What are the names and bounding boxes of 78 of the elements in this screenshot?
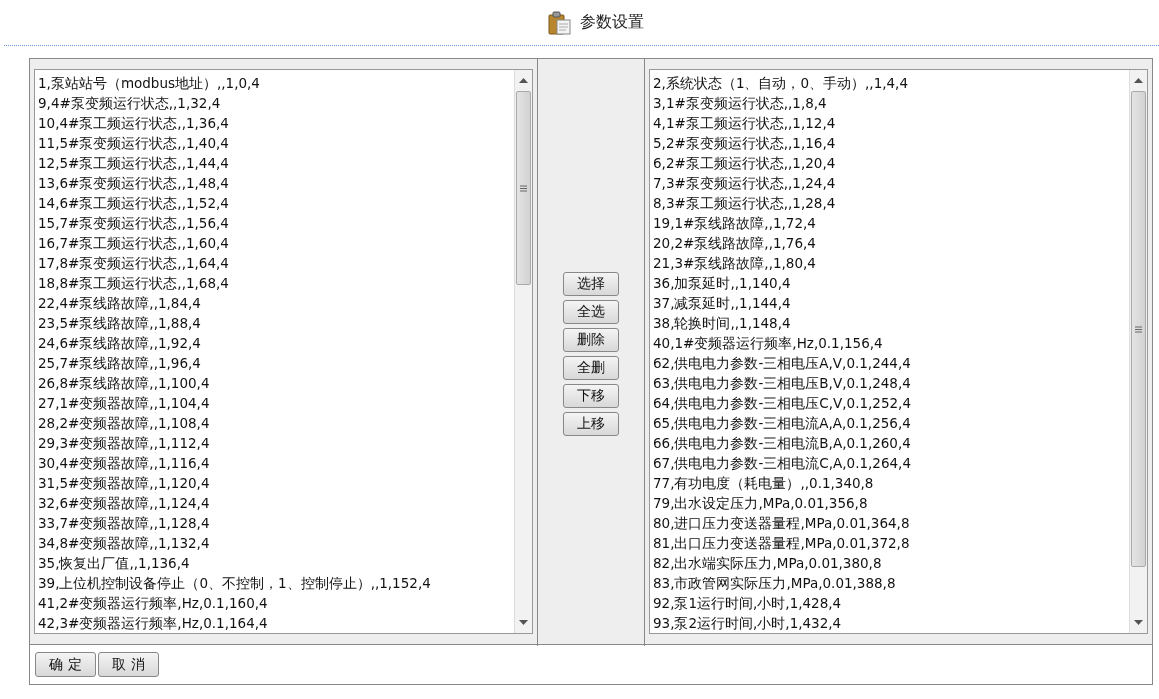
list-item[interactable]: 83,市政管网实际压力,MPa,0.01,388,8 — [653, 573, 1129, 593]
list-item[interactable]: 21,3#泵线路故障,,1,80,4 — [653, 253, 1129, 273]
scrollbar[interactable] — [1129, 70, 1147, 633]
list-item[interactable]: 5,2#泵变频运行状态,,1,16,4 — [653, 133, 1129, 153]
list-item[interactable]: 41,2#变频器运行频率,Hz,0.1,160,4 — [38, 593, 514, 613]
action-button[interactable]: 全选 — [563, 299, 619, 324]
dialog-button[interactable]: 确 定 — [35, 652, 96, 677]
list-item[interactable]: 66,供电电力参数-三相电流B,A,0.1,260,4 — [653, 433, 1129, 453]
list-item[interactable]: 7,3#泵变频运行状态,,1,24,4 — [653, 173, 1129, 193]
list-box[interactable] — [649, 69, 1148, 634]
list-item[interactable]: 13,6#泵变频运行状态,,1,48,4 — [38, 173, 514, 193]
list-item[interactable]: 11,5#泵变频运行状态,,1,40,4 — [38, 133, 514, 153]
list-item[interactable]: 63,供电电力参数-三相电压B,V,0.1,248,4 — [653, 373, 1129, 393]
scroll-up-icon[interactable] — [519, 78, 528, 83]
list-item[interactable]: 35,恢复出厂值,,1,136,4 — [38, 553, 514, 573]
list-item[interactable]: 2,系统状态（1、自动，0、手动）,,1,4,4 — [653, 73, 1129, 93]
list-item[interactable]: 4,1#泵工频运行状态,,1,12,4 — [653, 113, 1129, 133]
list-item[interactable]: 67,供电电力参数-三相电流C,A,0.1,264,4 — [653, 453, 1129, 473]
list-item[interactable]: 12,5#泵工频运行状态,,1,44,4 — [38, 153, 514, 173]
list-item[interactable]: 17,8#泵变频运行状态,,1,64,4 — [38, 253, 514, 273]
dialog-button[interactable]: 取 消 — [98, 652, 159, 677]
list-item[interactable]: 24,6#泵线路故障,,1,92,4 — [38, 333, 514, 353]
list-item[interactable]: 25,7#泵线路故障,,1,96,4 — [38, 353, 514, 373]
list-item[interactable]: 64,供电电力参数-三相电压C,V,0.1,252,4 — [653, 393, 1129, 413]
list-item[interactable]: 92,泵1运行时间,小时,1,428,4 — [653, 593, 1129, 613]
list-item[interactable]: 34,8#变频器故障,,1,132,4 — [38, 533, 514, 553]
list-item[interactable]: 38,轮换时间,,1,148,4 — [653, 313, 1129, 333]
page-title: 参数设置 — [579, 12, 644, 33]
action-button[interactable]: 删除 — [563, 327, 619, 352]
scroll-up-icon[interactable] — [1134, 78, 1143, 83]
list-item[interactable]: 37,减泵延时,,1,144,4 — [653, 293, 1129, 313]
list-item[interactable]: 1,泵站站号（modbus地址）,,1,0,4 — [38, 73, 514, 93]
list-item[interactable]: 93,泵2运行时间,小时,1,432,4 — [653, 613, 1129, 633]
list-item[interactable]: 80,进口压力变送器量程,MPa,0.01,364,8 — [653, 513, 1129, 533]
list-item[interactable]: 23,5#泵线路故障,,1,88,4 — [38, 313, 514, 333]
list-item[interactable]: 65,供电电力参数-三相电流A,A,0.1,256,4 — [653, 413, 1129, 433]
list-item[interactable]: 33,7#变频器故障,,1,128,4 — [38, 513, 514, 533]
list-item[interactable]: 6,2#泵工频运行状态,,1,20,4 — [653, 153, 1129, 173]
list-item[interactable]: 22,4#泵线路故障,,1,84,4 — [38, 293, 514, 313]
list-item[interactable]: 10,4#泵工频运行状态,,1,36,4 — [38, 113, 514, 133]
list-item[interactable]: 19,1#泵线路故障,,1,72,4 — [653, 213, 1129, 233]
action-button[interactable]: 选择 — [563, 271, 619, 296]
list-item[interactable]: 14,6#泵工频运行状态,,1,52,4 — [38, 193, 514, 213]
list-item[interactable]: 28,2#变频器故障,,1,108,4 — [38, 413, 514, 433]
list-item[interactable]: 62,供电电力参数-三相电压A,V,0.1,244,4 — [653, 353, 1129, 373]
list-item[interactable]: 82,出水端实际压力,MPa,0.01,380,8 — [653, 553, 1129, 573]
grip-icon — [1135, 325, 1142, 333]
scroll-thumb[interactable] — [516, 91, 531, 285]
list-item[interactable]: 39,上位机控制设备停止（0、不控制，1、控制停止）,,1,152,4 — [38, 573, 514, 593]
list-item[interactable]: 27,1#变频器故障,,1,104,4 — [38, 393, 514, 413]
list-item[interactable]: 8,3#泵工频运行状态,,1,28,4 — [653, 193, 1129, 213]
list-item[interactable]: 18,8#泵工频运行状态,,1,68,4 — [38, 273, 514, 293]
action-button[interactable]: 下移 — [563, 383, 619, 408]
action-button[interactable]: 上移 — [563, 411, 619, 436]
list-item[interactable]: 30,4#变频器故障,,1,116,4 — [38, 453, 514, 473]
list-item[interactable]: 15,7#泵变频运行状态,,1,56,4 — [38, 213, 514, 233]
clipboard-icon — [547, 10, 572, 35]
scrollbar[interactable] — [514, 70, 532, 633]
list-item[interactable]: 32,6#变频器故障,,1,124,4 — [38, 493, 514, 513]
list-item[interactable]: 3,1#泵变频运行状态,,1,8,4 — [653, 93, 1129, 113]
list-item[interactable]: 36,加泵延时,,1,140,4 — [653, 273, 1129, 293]
list-item[interactable]: 77,有功电度（耗电量）,,0.1,340,8 — [653, 473, 1129, 493]
list-item[interactable]: 42,3#变频器运行频率,Hz,0.1,164,4 — [38, 613, 514, 633]
scroll-thumb[interactable] — [1131, 91, 1146, 567]
list-item[interactable]: 26,8#泵线路故障,,1,100,4 — [38, 373, 514, 393]
list-item[interactable]: 79,出水设定压力,MPa,0.01,356,8 — [653, 493, 1129, 513]
scroll-down-icon[interactable] — [519, 620, 528, 625]
grip-icon — [520, 184, 527, 192]
list-item[interactable]: 81,出口压力变送器量程,MPa,0.01,372,8 — [653, 533, 1129, 553]
list-item[interactable]: 31,5#变频器故障,,1,120,4 — [38, 473, 514, 493]
action-button[interactable]: 全删 — [563, 355, 619, 380]
list-box[interactable] — [34, 69, 533, 634]
list-item[interactable]: 40,1#变频器运行频率,Hz,0.1,156,4 — [653, 333, 1129, 353]
list-item[interactable]: 9,4#泵变频运行状态,,1,32,4 — [38, 93, 514, 113]
list-item[interactable]: 20,2#泵线路故障,,1,76,4 — [653, 233, 1129, 253]
list-item[interactable]: 29,3#变频器故障,,1,112,4 — [38, 433, 514, 453]
scroll-down-icon[interactable] — [1134, 620, 1143, 625]
list-item[interactable]: 16,7#泵工频运行状态,,1,60,4 — [38, 233, 514, 253]
